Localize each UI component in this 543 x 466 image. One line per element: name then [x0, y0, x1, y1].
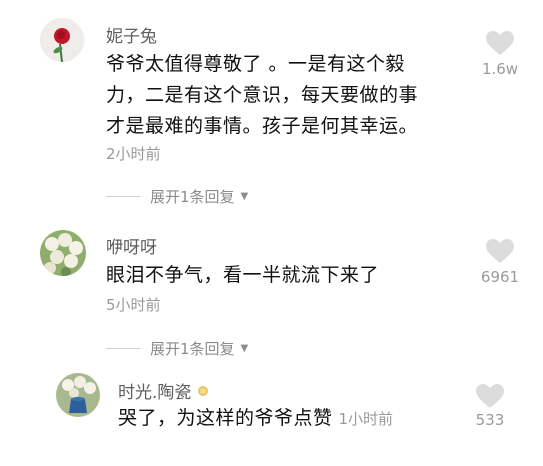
- comment-text: 眼泪不争气，看一半就流下来了: [106, 260, 466, 291]
- expand-replies-label: 展开1条回复: [150, 340, 235, 358]
- like-button[interactable]: [485, 238, 515, 268]
- comment-item: 妮子兔 爷爷太值得尊敬了 。一是有这个毅 力，二是有这个意识，每天要做的事 才是…: [0, 0, 543, 220]
- sun-badge-icon: [198, 385, 209, 396]
- heart-icon: [486, 239, 514, 263]
- comment-text-line: 才是最难的事情。孩子是何其幸运。: [106, 115, 419, 137]
- heart-icon: [486, 31, 514, 55]
- comment-item: 咿呀呀 眼泪不争气，看一半就流下来了 5小时前 6961 展开1条回复 ▼: [0, 220, 543, 360]
- reply-body: 哭了，为这样的爷爷点赞 1小时前: [118, 403, 393, 434]
- flower-avatar-icon: [40, 230, 86, 276]
- like-count: 1.6w: [481, 60, 519, 78]
- reply-username[interactable]: 时光.陶瓷: [118, 378, 211, 403]
- like-button[interactable]: [475, 383, 505, 413]
- divider-line: [106, 348, 140, 349]
- comment-username[interactable]: 妮子兔: [106, 22, 157, 47]
- reply-time: 1小时前: [338, 410, 394, 428]
- avatar[interactable]: [40, 230, 86, 276]
- comment-text-line: 力，二是有这个意识，每天要做的事: [106, 84, 419, 106]
- expand-replies-button[interactable]: 展开1条回复 ▼: [106, 338, 248, 359]
- comment-text-line: 爷爷太值得尊敬了 。一是有这个毅: [106, 53, 406, 75]
- expand-replies-button[interactable]: 展开1条回复 ▼: [106, 186, 248, 207]
- caret-down-icon: ▼: [240, 191, 249, 202]
- like-button[interactable]: [485, 30, 515, 60]
- comment-text: 爷爷太值得尊敬了 。一是有这个毅 力，二是有这个意识，每天要做的事 才是最难的事…: [106, 49, 466, 142]
- comment-time: 2小时前: [106, 145, 161, 163]
- like-count: 6961: [480, 268, 520, 286]
- comment-text-line: 眼泪不争气，看一半就流下来了: [106, 264, 380, 286]
- like-count: 533: [475, 411, 505, 429]
- rose-avatar-icon: [40, 18, 84, 62]
- vase-avatar-icon: [56, 373, 100, 417]
- heart-icon: [476, 384, 504, 408]
- avatar[interactable]: [56, 373, 100, 417]
- comment-time: 5小时前: [106, 296, 161, 314]
- comment-username[interactable]: 咿呀呀: [106, 233, 157, 258]
- reply-text: 哭了，为这样的爷爷点赞: [118, 407, 333, 429]
- reply-username-text: 时光.陶瓷: [118, 383, 192, 403]
- caret-down-icon: ▼: [240, 343, 249, 354]
- divider-line: [106, 196, 140, 197]
- expand-replies-label: 展开1条回复: [150, 188, 235, 206]
- reply-item: 时光.陶瓷 哭了，为这样的爷爷点赞 1小时前 533: [0, 365, 543, 466]
- avatar[interactable]: [40, 18, 84, 62]
